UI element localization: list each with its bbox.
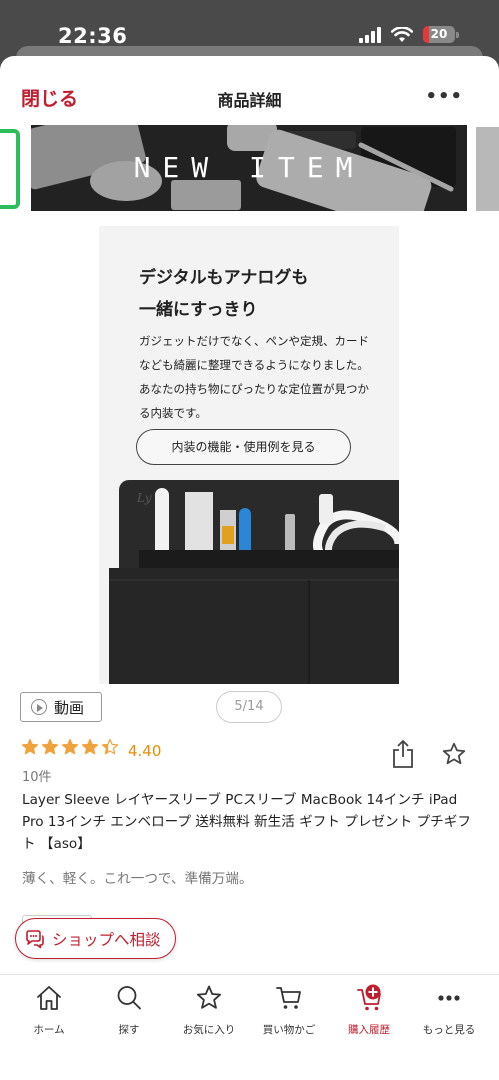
nav-label-purchase-history: 購入履歴 [348, 1024, 390, 1036]
shop-consult-button[interactable]: ショップへ相談 [15, 918, 176, 959]
nav-item-purchase-history[interactable]: 購入履歴 [329, 983, 409, 1037]
status-bar: 22:36 20 [0, 0, 499, 50]
nav-item-favorites[interactable]: お気に入り [169, 983, 249, 1037]
product-image-heading: デジタルもアナログも 一緒にすっきり [139, 262, 308, 326]
image-counter: 5/14 [216, 691, 282, 723]
rating-star [61, 738, 79, 755]
product-image-body: ガジェットだけでなく、ペンや定規、カードなども綺麗に整理できるようになりました。… [139, 334, 369, 420]
sleeve-interior-photo: Ly [99, 480, 399, 684]
product-image[interactable]: デジタルもアナログも 一緒にすっきり ガジェットだけでなく、ペンや定規、カードな… [99, 226, 399, 684]
sleeve-logo: Ly [136, 491, 152, 505]
banner-previous-slide[interactable] [0, 129, 20, 209]
shop-consult-label: ショップへ相談 [52, 930, 161, 949]
star-icon [196, 985, 222, 1009]
banner-text: NEW ITEM [133, 151, 365, 184]
nav-label-more: もっと見る [422, 1024, 476, 1036]
nav-item-home[interactable]: ホーム [9, 983, 89, 1037]
video-label: 動画 [54, 698, 85, 717]
sheet-header: 閉じる 商品詳細 ••• [0, 56, 499, 126]
product-title: Layer Sleeve レイヤースリーブ PCスリーブ MacBook 14イ… [22, 792, 471, 852]
rating-star [101, 738, 119, 755]
product-image-heading-line1: デジタルもアナログも [139, 268, 309, 288]
nav-label-home: ホーム [33, 1024, 65, 1036]
video-button[interactable]: 動画 [20, 692, 102, 722]
favorite-star-icon[interactable] [441, 741, 467, 767]
screen: 22:36 20 閉じる 商品詳細 ••• NEW ITEM デジタルもアナログ… [0, 0, 499, 1080]
bottom-navigation: ホーム 探す お気に入り 買い物かご 購入履歴 もっと見る [0, 974, 499, 1080]
battery-level: 20 [430, 27, 448, 41]
rating-stars[interactable] [21, 738, 119, 756]
banner-next-slide[interactable] [476, 127, 499, 211]
nav-label-favorites: お気に入り [182, 1024, 236, 1036]
nav-item-cart[interactable]: 買い物かご [249, 983, 329, 1037]
rating-value[interactable]: 4.40 [128, 742, 161, 760]
nav-item-more[interactable]: もっと見る [409, 983, 489, 1037]
rating-star [21, 738, 39, 755]
share-icon[interactable] [392, 739, 414, 769]
product-detail-sheet: 閉じる 商品詳細 ••• NEW ITEM デジタルもアナログも 一緒にすっきり… [0, 56, 499, 1080]
rating-star [81, 738, 99, 755]
status-icons: 20 [359, 26, 459, 43]
battery-indicator: 20 [423, 26, 459, 43]
nav-label-cart: 買い物かご [262, 1024, 316, 1036]
cart-icon [276, 987, 301, 1009]
more-icon [438, 995, 460, 1001]
product-tagline: 薄く、軽く。これ一つで、準備万端。 [22, 871, 253, 887]
chat-icon [26, 929, 44, 948]
nav-item-search[interactable]: 探す [89, 983, 169, 1037]
page-title: 商品詳細 [217, 91, 282, 110]
purchase-history-icon [357, 984, 381, 1011]
rating-star [41, 738, 59, 755]
product-image-heading-line2: 一緒にすっきり [139, 300, 258, 320]
new-item-banner[interactable]: NEW ITEM [31, 125, 467, 211]
nav-label-search: 探す [118, 1024, 140, 1036]
review-count[interactable]: 10件 [22, 766, 52, 785]
play-icon [31, 699, 47, 715]
cellular-signal-icon [359, 26, 381, 43]
more-options-button[interactable]: ••• [425, 86, 463, 107]
home-icon [37, 986, 61, 1010]
search-icon [117, 986, 141, 1010]
wifi-icon [391, 26, 413, 42]
status-time: 22:36 [58, 24, 128, 48]
interior-features-button[interactable]: 内装の機能・使用例を見る [136, 429, 351, 465]
